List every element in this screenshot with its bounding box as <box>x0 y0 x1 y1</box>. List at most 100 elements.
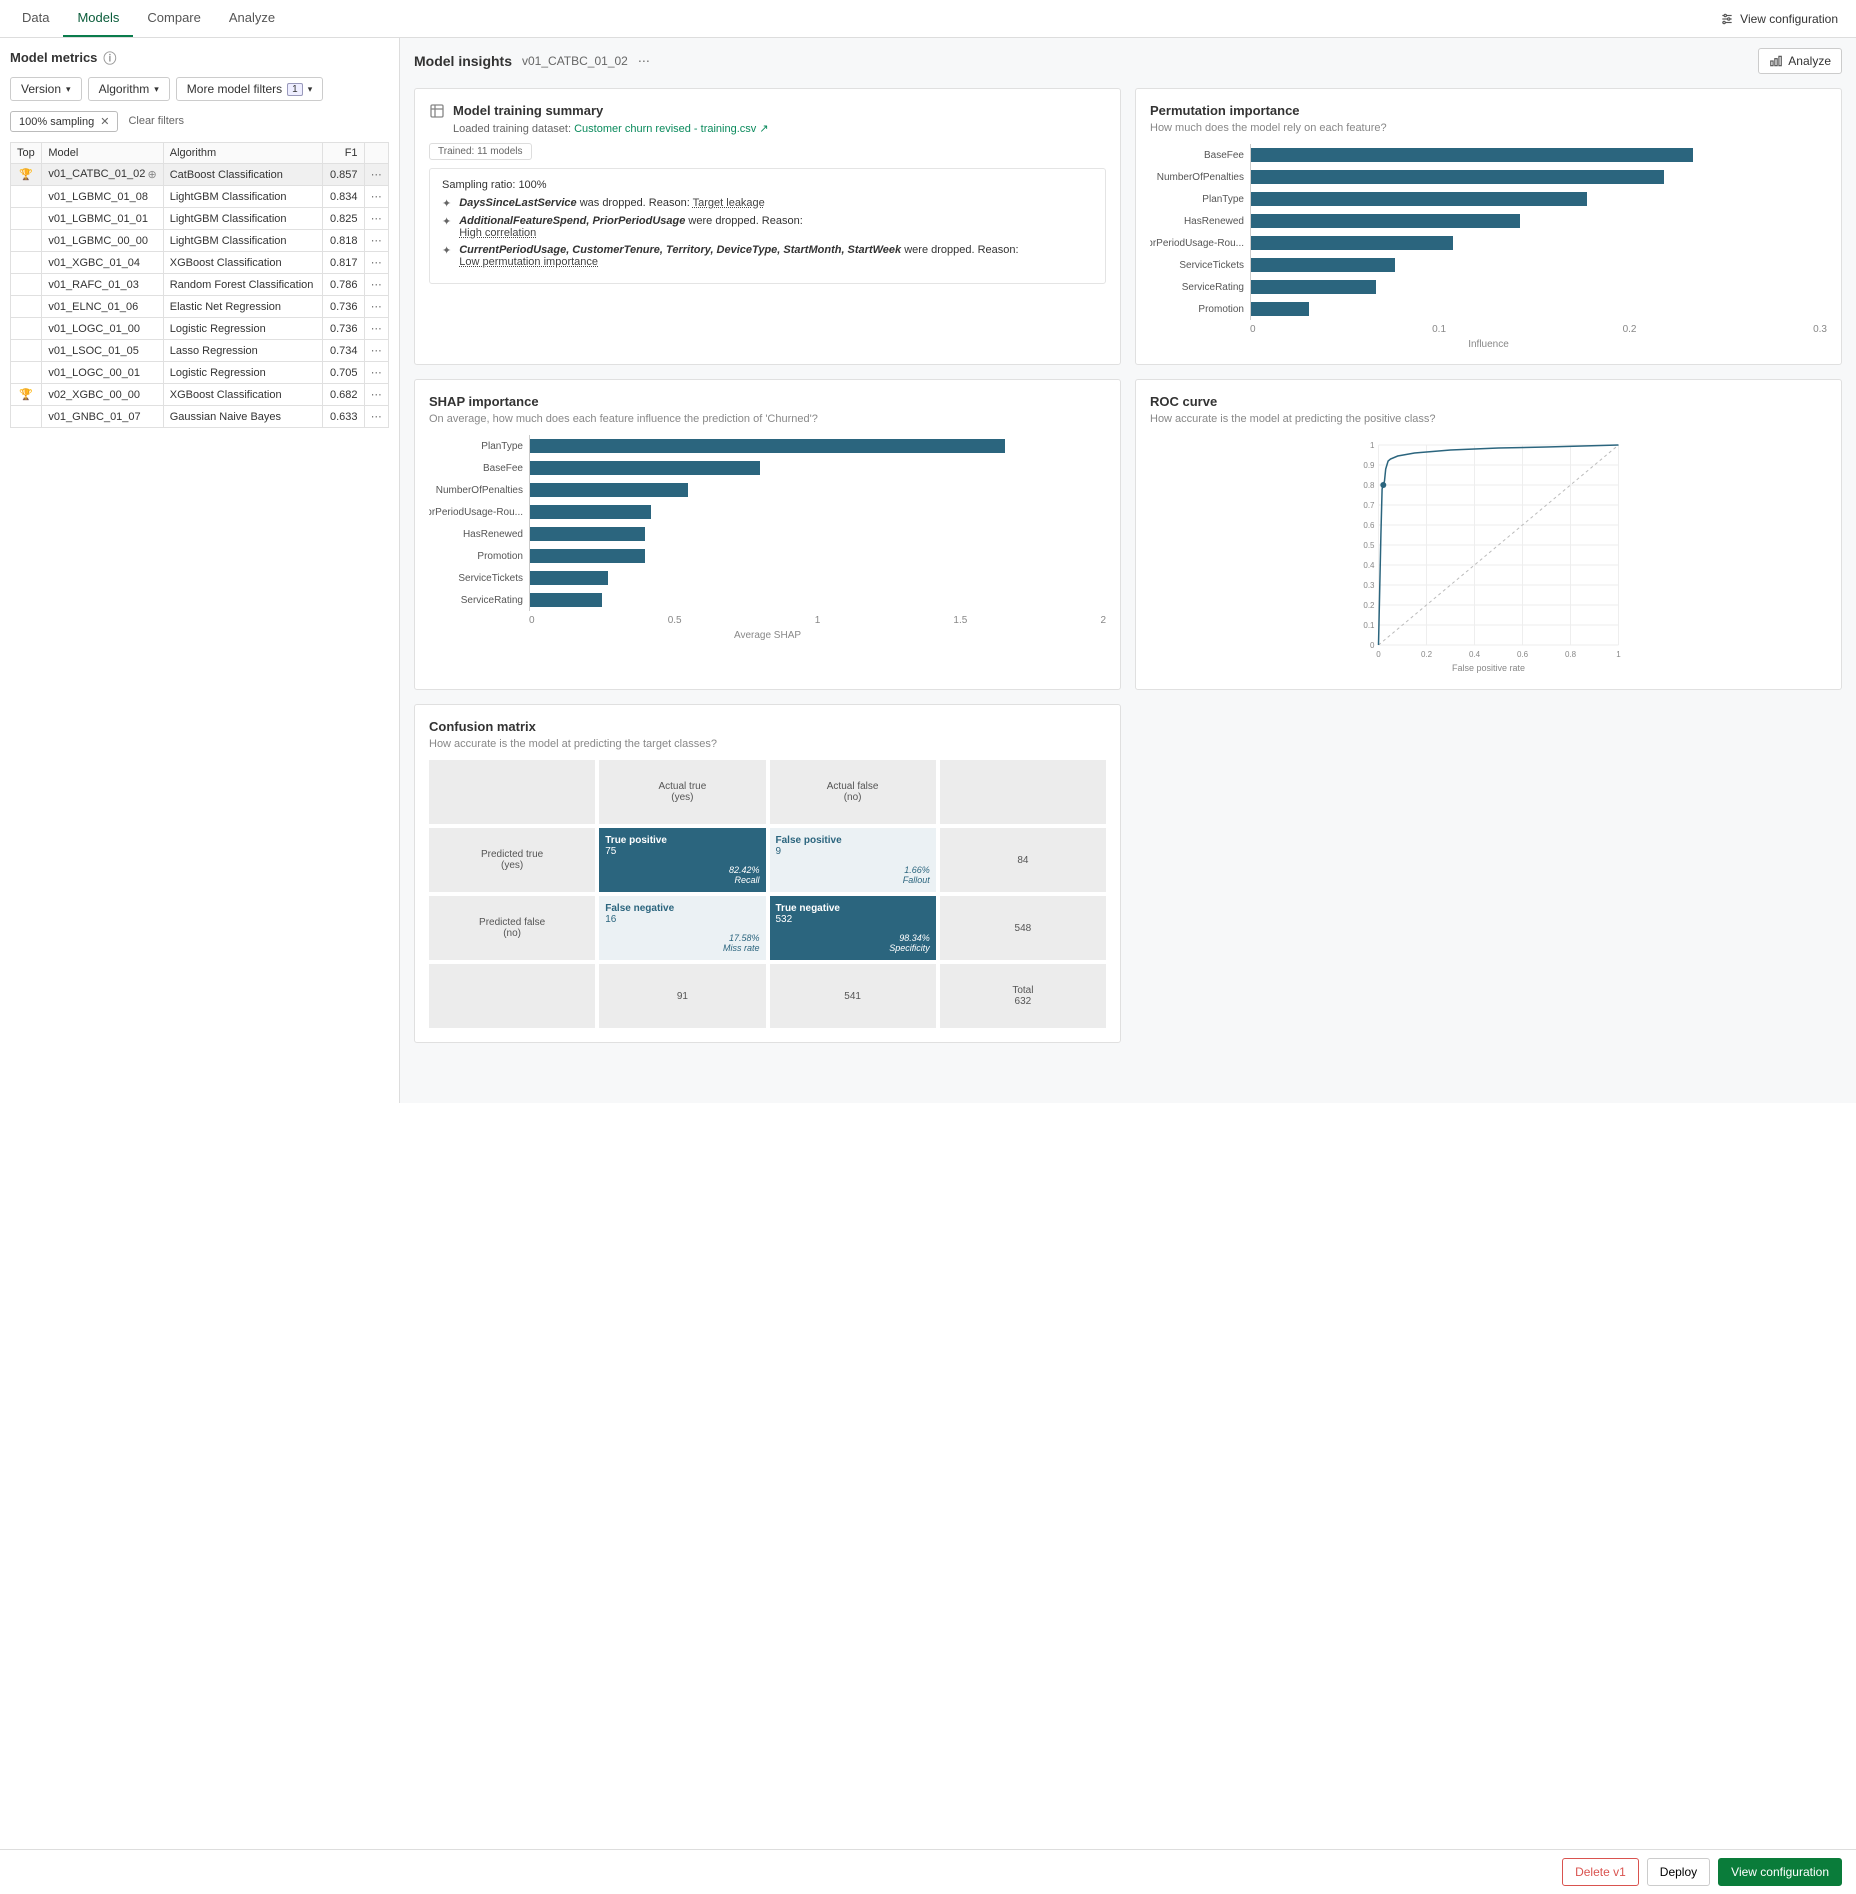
svg-text:0.1: 0.1 <box>1363 621 1375 630</box>
sliders-icon <box>1720 12 1734 26</box>
close-icon[interactable]: ✕ <box>100 115 109 128</box>
training-details: Sampling ratio: 100% ✦ DaysSinceLastServ… <box>429 168 1106 284</box>
model-insights-panel: Model insights v01_CATBC_01_02 ⋯ Analyze… <box>400 38 1856 1103</box>
svg-text:0.8: 0.8 <box>1363 481 1375 490</box>
model-metrics-title: Model metrics ⓘ <box>10 48 389 67</box>
col-top[interactable]: Top <box>11 143 42 164</box>
table-row[interactable]: v01_LGBMC_01_08 LightGBM Classification … <box>11 186 389 208</box>
deploy-button[interactable]: Deploy <box>1647 1858 1710 1886</box>
chevron-down-icon: ▾ <box>66 84 71 95</box>
roc-title: ROC curve <box>1150 394 1827 409</box>
trophy-icon: 🏆 <box>19 169 33 181</box>
training-summary-card: Model training summary Loaded training d… <box>414 88 1121 365</box>
filter-version[interactable]: Version▾ <box>10 77 82 101</box>
table-row[interactable]: 🏆 v01_CATBC_01_02⊕ CatBoost Classificati… <box>11 164 389 186</box>
permutation-sub: How much does the model rely on each fea… <box>1150 122 1827 134</box>
more-icon[interactable]: ⋯ <box>371 235 382 247</box>
external-link-icon[interactable]: ↗ <box>759 123 768 135</box>
sparkle-icon: ✦ <box>442 215 451 228</box>
more-icon[interactable]: ⋯ <box>371 367 382 379</box>
view-configuration-top[interactable]: View configuration <box>1720 12 1848 26</box>
footer-bar: Delete v1 Deploy View configuration <box>0 1849 1856 1894</box>
table-row[interactable]: 🏆 v02_XGBC_00_00 XGBoost Classification … <box>11 384 389 406</box>
delete-button[interactable]: Delete v1 <box>1562 1858 1639 1886</box>
more-icon[interactable]: ⋯ <box>371 301 382 313</box>
chart-icon <box>1769 54 1783 68</box>
model-metrics-panel: Model metrics ⓘ Version▾ Algorithm▾ More… <box>0 38 400 1103</box>
chevron-down-icon: ▾ <box>308 84 313 95</box>
tab-compare[interactable]: Compare <box>133 0 214 37</box>
table-row[interactable]: v01_ELNC_01_06 Elastic Net Regression 0.… <box>11 296 389 318</box>
dataset-icon <box>429 103 445 119</box>
confusion-sub: How accurate is the model at predicting … <box>429 738 1106 750</box>
svg-text:1: 1 <box>1370 441 1375 450</box>
more-icon[interactable]: ⋯ <box>371 389 382 401</box>
more-icon[interactable]: ⋯ <box>371 257 382 269</box>
svg-text:0: 0 <box>1370 641 1375 650</box>
tab-analyze[interactable]: Analyze <box>215 0 289 37</box>
svg-text:0.9: 0.9 <box>1363 461 1375 470</box>
table-row[interactable]: v01_LOGC_00_01 Logistic Regression 0.705… <box>11 362 389 384</box>
svg-text:1: 1 <box>1616 650 1621 659</box>
sparkle-icon: ✦ <box>442 197 451 210</box>
training-title: Model training summary <box>453 103 769 118</box>
clear-filters[interactable]: Clear filters <box>124 111 188 132</box>
table-row[interactable]: v01_LSOC_01_05 Lasso Regression 0.734 ⋯ <box>11 340 389 362</box>
filter-algorithm[interactable]: Algorithm▾ <box>88 77 170 101</box>
more-icon[interactable]: ⋯ <box>371 169 382 181</box>
analyze-button[interactable]: Analyze <box>1758 48 1842 74</box>
more-icon[interactable]: ⋯ <box>371 411 382 423</box>
confusion-title: Confusion matrix <box>429 719 1106 734</box>
trophy-icon: 🏆 <box>19 389 33 401</box>
table-row[interactable]: v01_LOGC_01_00 Logistic Regression 0.736… <box>11 318 389 340</box>
svg-text:False positive rate: False positive rate <box>1452 663 1525 673</box>
filter-more[interactable]: More model filters1▾ <box>176 77 323 101</box>
col-actions <box>364 143 388 164</box>
more-icon[interactable]: ⋯ <box>371 345 382 357</box>
filter-count-badge: 1 <box>287 83 303 96</box>
svg-text:0.4: 0.4 <box>1469 650 1481 659</box>
shap-title: SHAP importance <box>429 394 1106 409</box>
svg-text:0.5: 0.5 <box>1363 541 1375 550</box>
tab-models[interactable]: Models <box>63 0 133 37</box>
info-icon[interactable]: ⓘ <box>103 48 116 67</box>
svg-text:0.7: 0.7 <box>1363 501 1375 510</box>
more-icon[interactable]: ⋯ <box>371 191 382 203</box>
svg-text:0.6: 0.6 <box>1517 650 1529 659</box>
more-icon[interactable]: ⋯ <box>371 213 382 225</box>
table-row[interactable]: v01_LGBMC_00_00 LightGBM Classification … <box>11 230 389 252</box>
view-configuration-button[interactable]: View configuration <box>1718 1858 1842 1886</box>
more-icon[interactable]: ⋯ <box>638 54 650 68</box>
tab-data[interactable]: Data <box>8 0 63 37</box>
dataset-link[interactable]: Customer churn revised - training.csv <box>574 123 756 135</box>
loaded-dataset-label: Loaded training dataset: <box>453 123 571 135</box>
top-tabs: Data Models Compare Analyze View configu… <box>0 0 1856 38</box>
more-icon[interactable]: ⋯ <box>371 323 382 335</box>
svg-text:0.4: 0.4 <box>1363 561 1375 570</box>
insights-model-name: v01_CATBC_01_02 <box>522 54 628 68</box>
col-f1[interactable]: F1 <box>323 143 364 164</box>
svg-text:0: 0 <box>1376 650 1381 659</box>
roc-card: ROC curve How accurate is the model at p… <box>1135 379 1842 690</box>
confusion-card: Confusion matrix How accurate is the mod… <box>414 704 1121 1043</box>
chevron-down-icon: ▾ <box>154 84 159 95</box>
filter-chip-sampling[interactable]: 100% sampling✕ <box>10 111 118 132</box>
table-row[interactable]: v01_GNBC_01_07 Gaussian Naive Bayes 0.63… <box>11 406 389 428</box>
more-icon[interactable]: ⋯ <box>371 279 382 291</box>
crosshair-icon: ⊕ <box>148 168 157 181</box>
trained-pill: Trained: 11 models <box>429 143 532 160</box>
svg-text:0.2: 0.2 <box>1363 601 1375 610</box>
svg-text:0.6: 0.6 <box>1363 521 1375 530</box>
permutation-card: Permutation importance How much does the… <box>1135 88 1842 365</box>
svg-text:0.2: 0.2 <box>1421 650 1433 659</box>
sparkle-icon: ✦ <box>442 244 451 257</box>
table-row[interactable]: v01_RAFC_01_03 Random Forest Classificat… <box>11 274 389 296</box>
svg-text:0.8: 0.8 <box>1565 650 1577 659</box>
col-algorithm[interactable]: Algorithm <box>163 143 323 164</box>
shap-card: SHAP importance On average, how much doe… <box>414 379 1121 690</box>
svg-text:0.3: 0.3 <box>1363 581 1375 590</box>
insights-title: Model insights <box>414 53 512 69</box>
table-row[interactable]: v01_LGBMC_01_01 LightGBM Classification … <box>11 208 389 230</box>
col-model[interactable]: Model <box>42 143 163 164</box>
table-row[interactable]: v01_XGBC_01_04 XGBoost Classification 0.… <box>11 252 389 274</box>
